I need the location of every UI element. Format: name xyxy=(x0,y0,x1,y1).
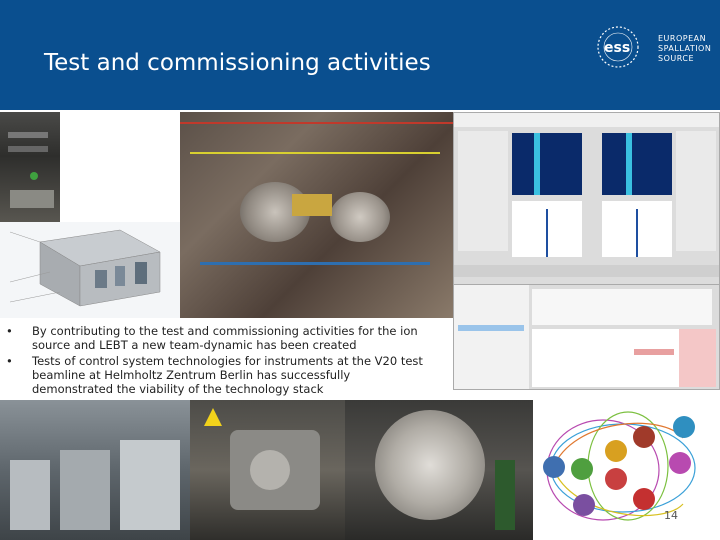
collaboration-diagram xyxy=(533,408,711,532)
control-ui-screenshot xyxy=(453,112,720,286)
diagram-node xyxy=(633,488,655,510)
photo-beamline-hall xyxy=(190,400,345,540)
diagram-node xyxy=(573,494,595,516)
ess-logo-icon: ess xyxy=(597,26,639,68)
logo-text: EUROPEAN SPALLATION SOURCE xyxy=(658,34,711,64)
ess-logo: ess EUROPEAN SPALLATION SOURCE xyxy=(596,24,711,70)
photo-rack-cabinets xyxy=(0,400,190,540)
photo-vacuum-chamber xyxy=(345,400,533,540)
logo-line-3: SOURCE xyxy=(658,54,695,63)
bullet-marker: • xyxy=(6,354,13,368)
beamline-render-illustration xyxy=(9,229,161,307)
alarm-table-screenshot xyxy=(453,284,720,390)
bullet-marker: • xyxy=(6,324,13,338)
logo-mark: ess xyxy=(604,40,630,56)
bullet-text: Tests of control system technologies for… xyxy=(32,354,423,396)
header-band: Test and commissioning activities ess EU… xyxy=(0,0,720,110)
beamline-render xyxy=(0,222,180,318)
bullet-text: By contributing to the test and commissi… xyxy=(32,324,418,352)
diagram-node xyxy=(571,458,593,480)
diagram-node xyxy=(669,452,691,474)
logo-line-2: SPALLATION xyxy=(658,44,712,53)
diagram-node xyxy=(633,426,655,448)
photo-ion-source xyxy=(180,112,453,318)
page-number: 14 xyxy=(664,509,678,522)
diagram-node xyxy=(673,416,695,438)
diagram-node xyxy=(605,440,627,462)
diagram-node xyxy=(605,468,627,490)
slide-title: Test and commissioning activities xyxy=(44,50,431,76)
diagram-node xyxy=(543,456,565,478)
photo-equipment-rack xyxy=(0,112,60,222)
logo-line-1: EUROPEAN xyxy=(658,34,707,43)
bullet-list: • By contributing to the test and commis… xyxy=(0,318,452,400)
